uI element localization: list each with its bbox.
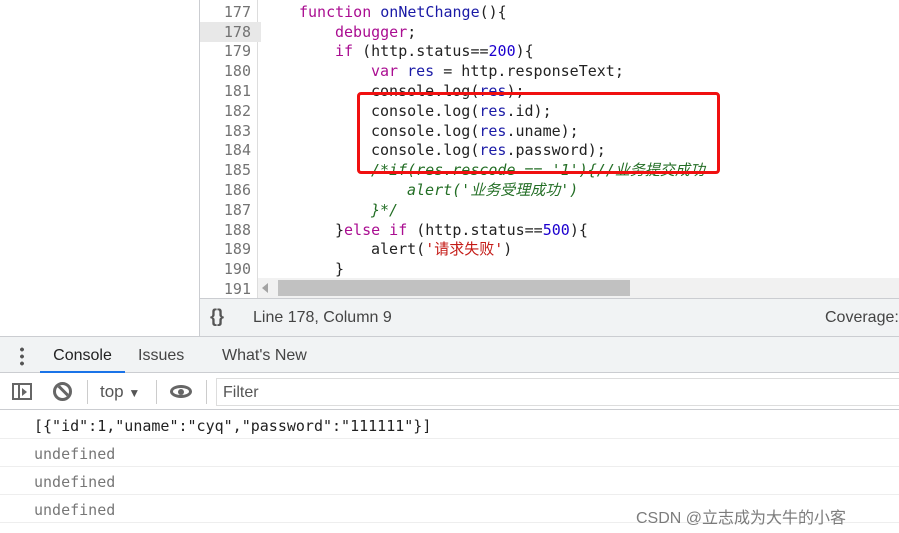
live-expression-eye-icon[interactable] [170, 385, 192, 398]
code-token: ){ [515, 42, 534, 61]
line-number[interactable]: 185 [200, 160, 251, 180]
code-token: res [407, 62, 435, 81]
code-token: '请求失败' [425, 240, 504, 259]
code-token: function [299, 2, 381, 21]
line-number[interactable]: 178 [200, 21, 261, 42]
code-line[interactable]: }else if (http.status==500){ [335, 220, 588, 240]
code-token: (http.status== [362, 42, 489, 61]
line-number[interactable]: 187 [200, 200, 251, 220]
code-token: debugger [335, 22, 408, 41]
code-line[interactable]: }*/ [371, 200, 398, 220]
line-number[interactable]: 189 [200, 239, 251, 259]
filter-input[interactable]: Filter [216, 378, 899, 406]
line-number[interactable]: 180 [200, 61, 251, 81]
code-token: ; [407, 22, 417, 41]
tab-whats-new[interactable]: What's New [222, 337, 307, 373]
code-token: alert('业务受理成功') [407, 181, 579, 199]
code-token: else if [344, 220, 417, 239]
line-number[interactable]: 190 [200, 259, 251, 279]
code-token: = http.responseText; [434, 62, 624, 81]
code-line[interactable]: function onNetChange(){ [299, 2, 507, 22]
line-number[interactable]: 182 [200, 101, 251, 121]
line-number[interactable]: 183 [200, 121, 251, 141]
code-token: 200 [488, 42, 516, 61]
code-token: } [335, 260, 345, 279]
highlight-annotation-box [357, 92, 720, 174]
line-number[interactable]: 177 [200, 2, 251, 22]
editor-status-bar: {} Line 178, Column 9 Coverage: [200, 298, 899, 336]
code-token: } [335, 220, 345, 239]
drawer-tabbar: Console Issues What's New [0, 336, 899, 373]
tab-issues[interactable]: Issues [138, 337, 184, 373]
code-token: ) [503, 240, 513, 259]
console-toolbar: top ▼ Filter [0, 373, 899, 410]
code-line[interactable]: } [335, 259, 344, 279]
code-line[interactable]: var res = http.responseText; [371, 61, 624, 81]
cursor-position: Line 178, Column 9 [253, 309, 392, 326]
line-number[interactable]: 181 [200, 81, 251, 101]
divider [156, 380, 157, 404]
code-token: alert( [371, 240, 426, 259]
tab-console[interactable]: Console [40, 337, 125, 373]
clear-console-icon[interactable] [53, 382, 72, 401]
code-line[interactable]: alert('请求失败') [371, 239, 512, 259]
code-token: 500 [542, 220, 570, 239]
console-message: undefined [0, 467, 899, 495]
code-token: }*/ [371, 200, 399, 219]
console-message: [{"id":1,"uname":"cyq","password":"11111… [0, 411, 899, 439]
coverage-label: Coverage: [825, 309, 899, 326]
line-number[interactable]: 186 [200, 180, 251, 200]
line-number[interactable]: 188 [200, 220, 251, 240]
line-number[interactable]: 184 [200, 140, 251, 160]
horizontal-scrollbar[interactable] [258, 278, 899, 298]
line-number-gutter: 1761771781791801811821831841851861871881… [200, 0, 261, 298]
code-line[interactable]: debugger; [335, 22, 416, 42]
scrollbar-thumb[interactable] [278, 280, 630, 296]
code-editor[interactable]: 1761771781791801811821831841851861871881… [200, 0, 899, 298]
more-tabs-icon[interactable] [20, 346, 24, 366]
code-token: if [335, 42, 363, 61]
divider [206, 380, 207, 404]
code-line[interactable]: alert('业务受理成功') [407, 180, 578, 200]
navigator-panel [0, 0, 200, 336]
line-number[interactable]: 191 [200, 279, 251, 298]
code-token: ){ [569, 220, 588, 239]
code-line[interactable]: if (http.status==200){ [335, 41, 534, 61]
dropdown-arrow-icon: ▼ [128, 386, 141, 400]
watermark: CSDN @立志成为大牛的小客 [636, 510, 847, 527]
scroll-left-arrow-icon[interactable] [262, 283, 268, 293]
code-token: (http.status== [416, 220, 543, 239]
context-selector[interactable]: top ▼ [100, 382, 140, 402]
code-token: (){ [479, 2, 507, 21]
code-token: var [371, 62, 408, 81]
console-message: undefined [0, 439, 899, 467]
code-token: onNetChange [380, 2, 480, 21]
pretty-print-button[interactable]: {} [210, 306, 224, 327]
sidebar-toggle-icon[interactable] [12, 383, 32, 400]
line-number[interactable]: 179 [200, 41, 251, 61]
divider [87, 380, 88, 404]
